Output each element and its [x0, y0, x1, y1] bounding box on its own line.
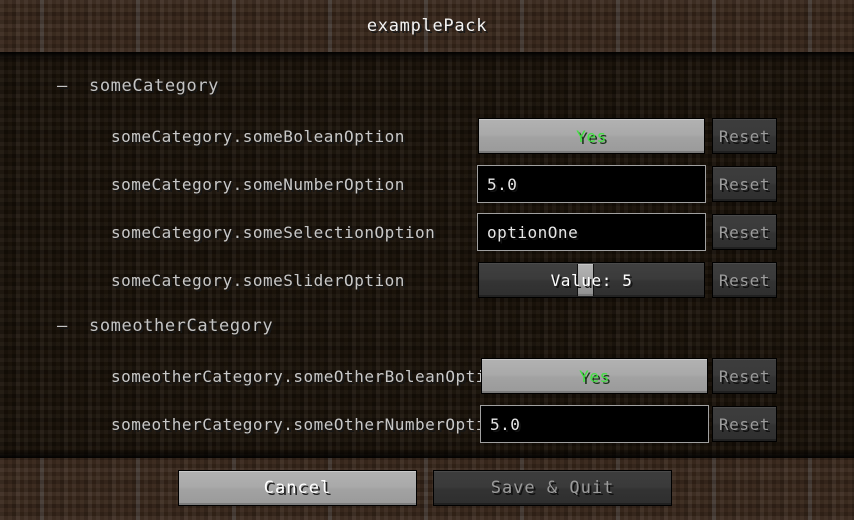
category-label: someotherCategory: [89, 316, 274, 336]
number-input[interactable]: 5.0: [480, 405, 709, 443]
collapse-dash-icon[interactable]: –: [57, 316, 70, 336]
header-divider-shadow: [0, 52, 854, 61]
reset-button[interactable]: Reset: [712, 166, 777, 202]
footer-divider-shadow: [0, 449, 854, 458]
category-label: someCategory: [89, 76, 220, 96]
reset-label: Reset: [718, 414, 771, 434]
option-label: someCategory.someSliderOption: [111, 271, 405, 290]
option-label: someotherCategory.someOtherBoleanOption: [111, 367, 507, 386]
reset-label: Reset: [718, 222, 771, 242]
slider-handle[interactable]: [577, 264, 594, 296]
number-input[interactable]: 5.0: [477, 165, 706, 203]
cancel-button[interactable]: Cancel: [178, 470, 417, 506]
category-header-someCategory[interactable]: – someCategory: [57, 76, 219, 96]
reset-button[interactable]: Reset: [712, 214, 777, 250]
footer-background: [0, 458, 854, 520]
reset-button[interactable]: Reset: [712, 118, 777, 154]
reset-label: Reset: [718, 126, 771, 146]
minecraft-config-screen: examplePack – someCategory someCategory.…: [0, 0, 854, 520]
reset-button[interactable]: Reset: [712, 406, 777, 442]
reset-label: Reset: [718, 270, 771, 290]
boolean-toggle-button[interactable]: Yes: [481, 358, 708, 394]
option-label: someCategory.someBoleanOption: [111, 127, 405, 146]
category-header-someotherCategory[interactable]: – someotherCategory: [57, 316, 273, 336]
content-background: [0, 52, 854, 458]
number-value: 5.0: [490, 414, 521, 434]
reset-label: Reset: [718, 366, 771, 386]
save-label: Save & Quit: [490, 478, 615, 498]
cancel-label: Cancel: [263, 478, 332, 498]
selection-input[interactable]: optionOne: [477, 213, 706, 251]
boolean-value: Yes: [579, 366, 610, 386]
reset-button[interactable]: Reset: [712, 262, 777, 298]
collapse-dash-icon[interactable]: –: [57, 76, 70, 96]
option-label: someCategory.someSelectionOption: [111, 223, 436, 242]
page-title: examplePack: [366, 16, 488, 36]
option-label: someotherCategory.someOtherNumberOption: [111, 415, 507, 434]
number-value: 5.0: [487, 174, 518, 194]
boolean-value: Yes: [576, 126, 607, 146]
boolean-toggle-button[interactable]: Yes: [478, 118, 705, 154]
slider-control[interactable]: Value: 5: [478, 262, 705, 298]
save-and-quit-button[interactable]: Save & Quit: [433, 470, 672, 506]
selection-value: optionOne: [487, 222, 579, 242]
reset-button[interactable]: Reset: [712, 358, 777, 394]
option-label: someCategory.someNumberOption: [111, 175, 405, 194]
reset-label: Reset: [718, 174, 771, 194]
